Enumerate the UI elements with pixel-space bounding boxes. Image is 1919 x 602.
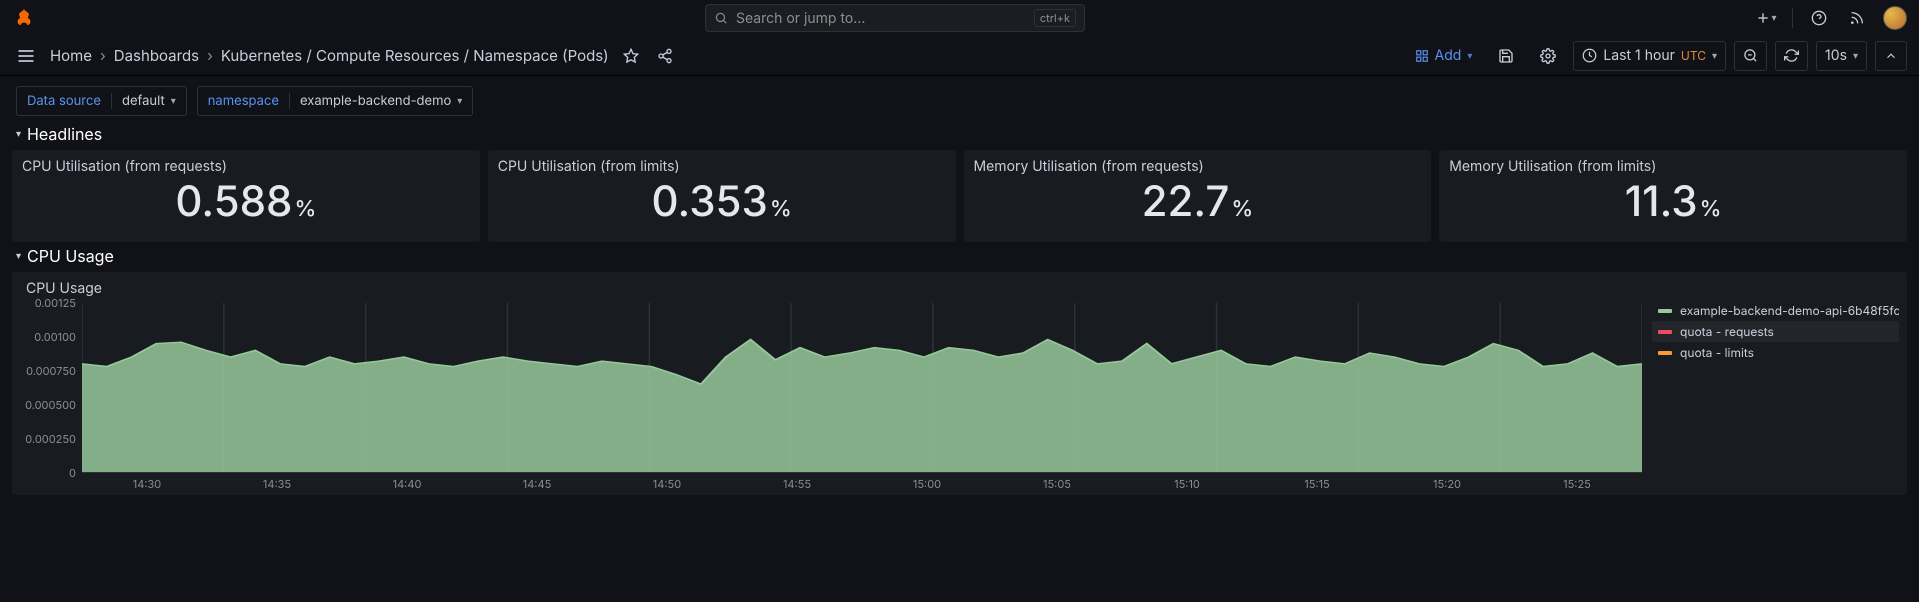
legend-swatch bbox=[1658, 309, 1672, 313]
stat-panel[interactable]: Memory Utilisation (from requests) 22.7% bbox=[964, 150, 1432, 242]
legend-item[interactable]: quota - requests bbox=[1652, 321, 1899, 342]
stat-panel[interactable]: Memory Utilisation (from limits) 11.3% bbox=[1439, 150, 1907, 242]
breadcrumb-dashboards[interactable]: Dashboards bbox=[114, 46, 199, 65]
favorite-button[interactable] bbox=[619, 44, 643, 68]
stat-value: 0.353% bbox=[498, 181, 946, 223]
search-shortcut: ctrl+k bbox=[1034, 9, 1076, 27]
legend-swatch bbox=[1658, 351, 1672, 355]
headlines-row: CPU Utilisation (from requests) 0.588% C… bbox=[0, 150, 1919, 242]
variable-value-dropdown[interactable]: default▾ bbox=[111, 93, 186, 109]
stat-panel[interactable]: CPU Utilisation (from limits) 0.353% bbox=[488, 150, 956, 242]
dashboard-toolbar: Add ▾ Last 1 hour UTC ▾ 10s ▾ bbox=[1406, 41, 1907, 71]
legend-swatch bbox=[1658, 330, 1672, 334]
stat-value: 22.7% bbox=[974, 181, 1422, 223]
add-menu-button[interactable]: ▾ bbox=[1754, 6, 1778, 30]
chart-panel-cpu-usage[interactable]: CPU Usage 00.0002500.0005000.0007500.001… bbox=[12, 272, 1907, 495]
row-title: CPU Usage bbox=[27, 246, 114, 266]
save-button[interactable] bbox=[1489, 41, 1523, 71]
variable-value-dropdown[interactable]: example-backend-demo▾ bbox=[289, 93, 472, 109]
top-bar: Search or jump to... ctrl+k ▾ bbox=[0, 0, 1919, 36]
row-title: Headlines bbox=[27, 124, 102, 144]
stat-value: 11.3% bbox=[1449, 181, 1897, 223]
panel-title: Memory Utilisation (from limits) bbox=[1449, 158, 1897, 175]
stat-panel[interactable]: CPU Utilisation (from requests) 0.588% bbox=[12, 150, 480, 242]
time-range-picker[interactable]: Last 1 hour UTC ▾ bbox=[1573, 41, 1726, 71]
legend-item[interactable]: quota - limits bbox=[1652, 342, 1899, 363]
chart-canvas[interactable] bbox=[82, 303, 1642, 473]
legend-label: example-backend-demo-api-6b48f5fc89-ghnv… bbox=[1680, 303, 1899, 318]
refresh-icon bbox=[1784, 48, 1799, 63]
legend-label: quota - requests bbox=[1680, 324, 1774, 339]
panel-title: Memory Utilisation (from requests) bbox=[974, 158, 1422, 175]
chart-y-axis: 00.0002500.0005000.0007500.001000.00125 bbox=[22, 303, 82, 473]
panel-title: CPU Usage bbox=[22, 278, 1642, 303]
add-panel-button[interactable]: Add ▾ bbox=[1406, 41, 1482, 71]
breadcrumb-home[interactable]: Home bbox=[50, 46, 92, 65]
stat-value: 0.588% bbox=[22, 181, 470, 223]
legend-label: quota - limits bbox=[1680, 345, 1754, 360]
gear-icon bbox=[1540, 48, 1556, 64]
chevron-down-icon: ▾ bbox=[16, 250, 21, 262]
panel-title: CPU Utilisation (from requests) bbox=[22, 158, 470, 175]
legend-item[interactable]: example-backend-demo-api-6b48f5fc89-ghnv… bbox=[1652, 300, 1899, 321]
user-avatar[interactable] bbox=[1883, 6, 1907, 30]
menu-toggle-button[interactable] bbox=[12, 46, 40, 66]
save-icon bbox=[1498, 48, 1514, 64]
chevron-up-icon bbox=[1884, 49, 1898, 63]
clock-icon bbox=[1582, 48, 1597, 63]
variable-row: Data source default▾ namespace example-b… bbox=[0, 76, 1919, 120]
breadcrumb-bar: Home › Dashboards › Kubernetes / Compute… bbox=[0, 36, 1919, 76]
refresh-interval-picker[interactable]: 10s ▾ bbox=[1816, 41, 1867, 71]
breadcrumb-current[interactable]: Kubernetes / Compute Resources / Namespa… bbox=[221, 46, 609, 65]
chart-plot-area[interactable]: 00.0002500.0005000.0007500.001000.00125 bbox=[22, 303, 1642, 473]
refresh-button[interactable] bbox=[1775, 41, 1808, 71]
row-header-headlines[interactable]: ▾ Headlines bbox=[0, 120, 1919, 150]
grafana-logo[interactable] bbox=[12, 6, 36, 30]
variable-label: namespace bbox=[198, 93, 289, 109]
chevron-down-icon: ▾ bbox=[16, 128, 21, 140]
zoom-out-icon bbox=[1743, 48, 1758, 63]
breadcrumb: Home › Dashboards › Kubernetes / Compute… bbox=[50, 46, 609, 65]
global-search[interactable]: Search or jump to... ctrl+k bbox=[705, 4, 1085, 32]
share-button[interactable] bbox=[653, 44, 677, 68]
chart-x-axis: 14:3014:3514:4014:4514:5014:5515:0015:05… bbox=[82, 473, 1642, 491]
chart-legend: example-backend-demo-api-6b48f5fc89-ghnv… bbox=[1642, 278, 1907, 491]
variable-datasource: Data source default▾ bbox=[16, 86, 187, 116]
variable-label: Data source bbox=[17, 93, 111, 109]
search-placeholder: Search or jump to... bbox=[736, 10, 865, 27]
news-icon[interactable] bbox=[1845, 6, 1869, 30]
panel-title: CPU Utilisation (from limits) bbox=[498, 158, 946, 175]
help-icon[interactable] bbox=[1807, 6, 1831, 30]
row-header-cpu-usage[interactable]: ▾ CPU Usage bbox=[0, 242, 1919, 272]
settings-button[interactable] bbox=[1531, 41, 1565, 71]
variable-namespace: namespace example-backend-demo▾ bbox=[197, 86, 474, 116]
panel-icon bbox=[1415, 49, 1429, 63]
search-icon bbox=[714, 11, 728, 25]
zoom-out-button[interactable] bbox=[1734, 41, 1767, 71]
kiosk-collapse-button[interactable] bbox=[1875, 41, 1907, 71]
